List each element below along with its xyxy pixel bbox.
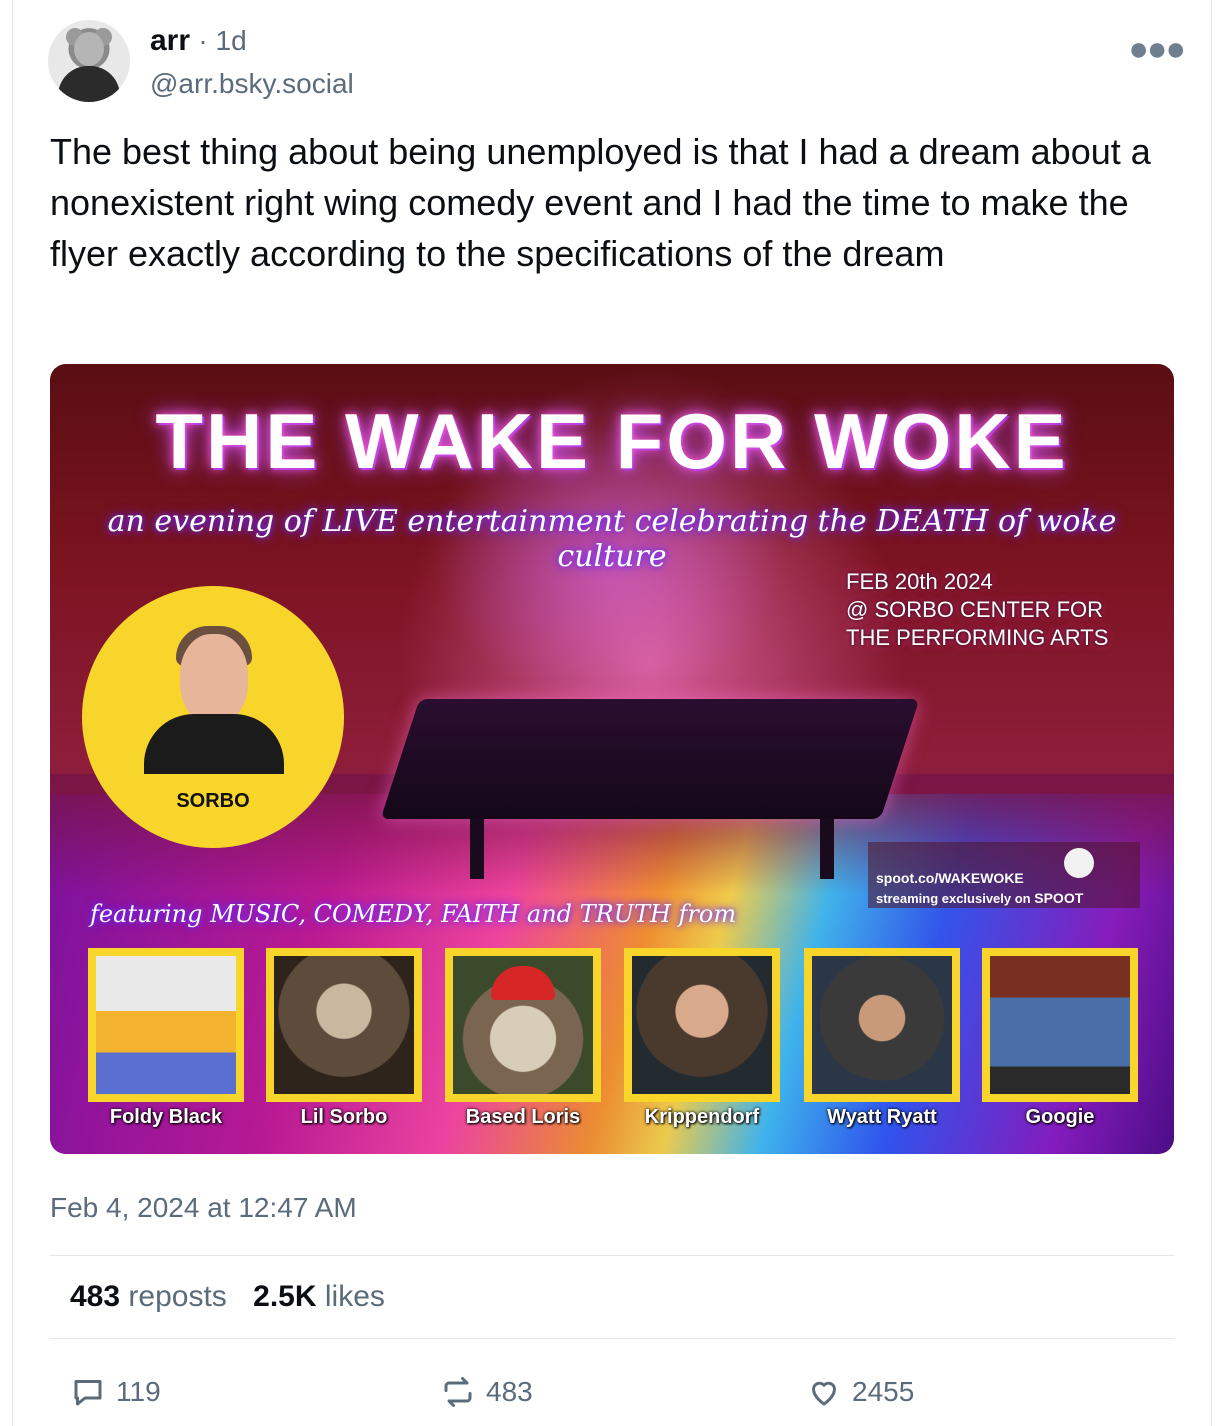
performer-photo (266, 948, 422, 1102)
performer-card: Lil Sorbo (266, 948, 422, 1129)
performer-name: Based Loris (465, 1106, 581, 1128)
spoot-brand: SPOOT (1034, 890, 1084, 906)
performer-photo (88, 948, 244, 1102)
event-info: FEB 20th 2024 @ SORBO CENTER FOR THE PER… (846, 569, 1109, 650)
performer-photo (445, 948, 601, 1102)
post-text: The best thing about being unemployed is… (50, 131, 1151, 274)
post-timestamp: Feb 4, 2024 at 12:47 AM (50, 1192, 357, 1223)
separator-dot: · (198, 25, 208, 56)
coffin-leg (820, 819, 834, 879)
avatar-head (74, 32, 104, 66)
repost-icon (444, 1377, 472, 1407)
repost-count: 483 (486, 1376, 533, 1407)
performer-photo (804, 948, 960, 1102)
skull-icon (1064, 848, 1094, 878)
likes-label[interactable]: likes (325, 1280, 385, 1313)
performer-card: Wyatt Ryatt (804, 948, 960, 1129)
likes-count[interactable]: 2.5K (253, 1280, 316, 1313)
spoot-url: spoot.co/WAKEWOKE (876, 870, 1024, 886)
spoot-tagline: streaming exclusively on SPOOT (876, 890, 1083, 906)
more-options-icon[interactable]: ●●● (1128, 30, 1186, 69)
coffin-shape (380, 699, 920, 819)
performer-card: Based Loris (445, 948, 601, 1129)
engagement-stats: 483 reposts 2.5K likes (70, 1280, 403, 1314)
performer-photo (624, 948, 780, 1102)
post-image[interactable]: THE WAKE FOR WOKE an evening of LIVE ent… (50, 364, 1174, 1154)
author-handle[interactable]: @arr.bsky.social (150, 68, 354, 100)
headliner-name: SORBO (176, 790, 250, 812)
repost-button[interactable]: 483 (440, 1374, 533, 1410)
performer-card: Foldy Black (88, 948, 244, 1129)
action-bar: 119 483 2455 (0, 1374, 1224, 1414)
reply-button[interactable]: 119 (70, 1374, 161, 1410)
post-age[interactable]: 1d (216, 25, 247, 56)
like-count: 2455 (852, 1376, 915, 1407)
reply-icon (74, 1380, 102, 1406)
performer-name: Lil Sorbo (300, 1106, 388, 1128)
flyer-subtitle: an evening of LIVE entertainment celebra… (107, 504, 1117, 574)
heart-icon (812, 1381, 836, 1406)
performer-name: Googie (1025, 1106, 1095, 1128)
author-line: arr · 1d (150, 24, 247, 58)
divider (50, 1255, 1174, 1256)
coffin-leg (470, 819, 484, 879)
headliner-shirt (144, 714, 284, 774)
spoot-tagline-text: streaming exclusively on (876, 891, 1031, 906)
reposts-label[interactable]: reposts (128, 1280, 226, 1313)
headliner-portrait: SORBO (82, 586, 344, 848)
reply-count: 119 (116, 1376, 161, 1407)
performer-photo (982, 948, 1138, 1102)
performer-card: Krippendorf (624, 948, 780, 1129)
performer-name: Krippendorf (644, 1106, 760, 1128)
performer-name: Wyatt Ryatt (827, 1106, 937, 1128)
headliner-face (180, 634, 248, 724)
red-cap (491, 966, 555, 1000)
performer-card: Googie (982, 948, 1138, 1129)
avatar-jacket (58, 66, 120, 102)
reposts-count[interactable]: 483 (70, 1280, 120, 1313)
featuring-line: featuring MUSIC, COMEDY, FAITH and TRUTH… (90, 900, 737, 928)
like-button[interactable]: 2455 (806, 1374, 914, 1410)
avatar[interactable] (48, 20, 130, 102)
divider (50, 1338, 1174, 1339)
performer-name: Foldy Black (109, 1106, 223, 1128)
author-name[interactable]: arr (150, 24, 190, 57)
flyer-title: THE WAKE FOR WOKE (155, 397, 1069, 485)
